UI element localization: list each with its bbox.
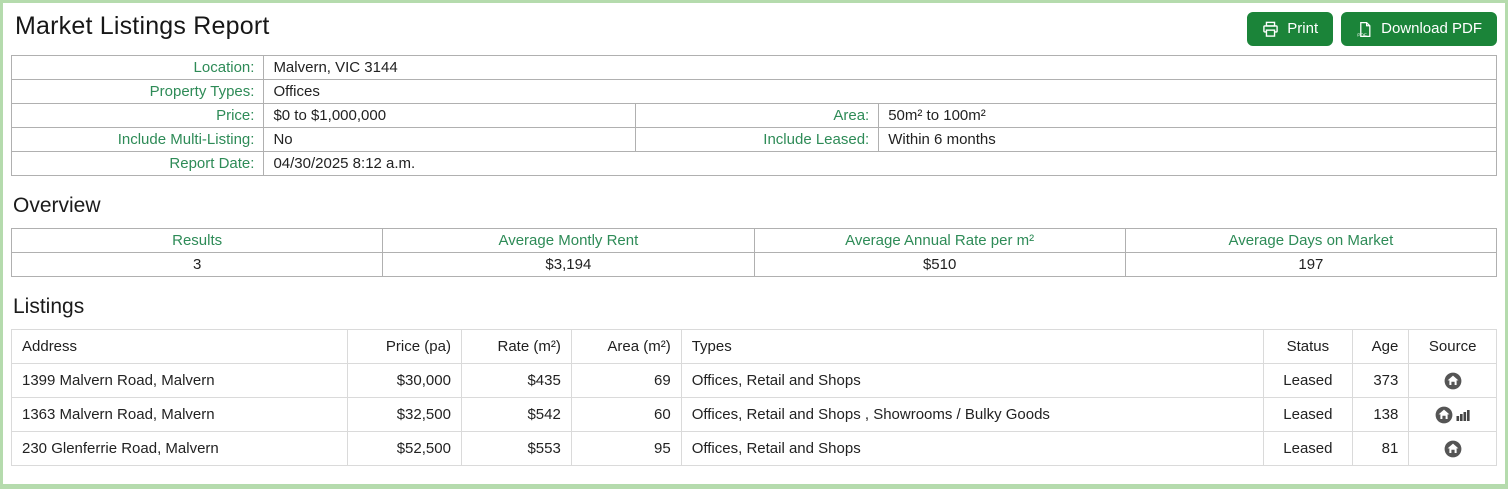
listing-status: Leased [1263, 398, 1352, 432]
listing-area: 95 [571, 432, 681, 466]
detail-value-area: 50m² to 100m² [879, 104, 1497, 128]
printer-icon [1262, 21, 1279, 38]
listing-types: Offices, Retail and Shops [681, 432, 1263, 466]
overview-col-avg-days-on-market: Average Days on Market [1125, 229, 1496, 253]
listings-col-types: Types [681, 330, 1263, 364]
overview-value-avg-annual-rate: $510 [754, 253, 1125, 277]
detail-label-area: Area: [635, 104, 879, 128]
bar-chart-source-icon[interactable] [1456, 408, 1471, 422]
detail-value-report-date: 04/30/2025 8:12 a.m. [264, 152, 1497, 176]
listings-table: Address Price (pa) Rate (m²) Area (m²) T… [11, 329, 1497, 466]
detail-row-property-types: Property Types: Offices [12, 80, 1497, 104]
home-source-icon[interactable] [1435, 406, 1453, 424]
listing-area: 69 [571, 364, 681, 398]
detail-row-location: Location: Malvern, VIC 3144 [12, 56, 1497, 80]
pdf-file-icon: PDF [1356, 21, 1373, 38]
detail-value-location: Malvern, VIC 3144 [264, 56, 1497, 80]
listing-types: Offices, Retail and Shops [681, 364, 1263, 398]
detail-label-report-date: Report Date: [12, 152, 264, 176]
listing-source-icons [1419, 372, 1486, 390]
overview-col-avg-annual-rate: Average Annual Rate per m² [754, 229, 1125, 253]
listing-address: 230 Glenferrie Road, Malvern [12, 432, 348, 466]
overview-value-avg-monthly-rent: $3,194 [383, 253, 754, 277]
download-pdf-button-label: Download PDF [1381, 20, 1482, 38]
listing-price: $30,000 [347, 364, 461, 398]
overview-values-row: 3 $3,194 $510 197 [12, 253, 1497, 277]
listing-age: 373 [1352, 364, 1408, 398]
listing-address: 1399 Malvern Road, Malvern [12, 364, 348, 398]
market-listings-report-page: Market Listings Report Print [3, 3, 1505, 466]
listings-header-row: Address Price (pa) Rate (m²) Area (m²) T… [12, 330, 1497, 364]
listing-age: 81 [1352, 432, 1408, 466]
listing-address: 1363 Malvern Road, Malvern [12, 398, 348, 432]
listings-col-price: Price (pa) [347, 330, 461, 364]
listing-row: 230 Glenferrie Road, Malvern $52,500 $55… [12, 432, 1497, 466]
overview-value-avg-days-on-market: 197 [1125, 253, 1496, 277]
listing-source-icons [1419, 406, 1486, 424]
listings-col-area: Area (m²) [571, 330, 681, 364]
print-button-label: Print [1287, 20, 1318, 38]
svg-text:PDF: PDF [1357, 32, 1367, 38]
listing-row: 1399 Malvern Road, Malvern $30,000 $435 … [12, 364, 1497, 398]
detail-label-price: Price: [12, 104, 264, 128]
download-pdf-button[interactable]: PDF Download PDF [1341, 12, 1497, 46]
detail-label-multi-listing: Include Multi-Listing: [12, 128, 264, 152]
detail-row-multilisting-leased: Include Multi-Listing: No Include Leased… [12, 128, 1497, 152]
listing-status: Leased [1263, 364, 1352, 398]
detail-row-report-date: Report Date: 04/30/2025 8:12 a.m. [12, 152, 1497, 176]
detail-row-price-area: Price: $0 to $1,000,000 Area: 50m² to 10… [12, 104, 1497, 128]
listing-status: Leased [1263, 432, 1352, 466]
detail-value-include-leased: Within 6 months [879, 128, 1497, 152]
listings-heading: Listings [13, 295, 1497, 319]
listings-col-source: Source [1409, 330, 1497, 364]
header-actions: Print PDF Download PDF [1247, 12, 1497, 46]
overview-col-avg-monthly-rent: Average Montly Rent [383, 229, 754, 253]
print-button[interactable]: Print [1247, 12, 1333, 46]
detail-value-multi-listing: No [264, 128, 635, 152]
overview-value-results: 3 [12, 253, 383, 277]
listing-price: $32,500 [347, 398, 461, 432]
home-source-icon[interactable] [1444, 372, 1462, 390]
listing-row: 1363 Malvern Road, Malvern $32,500 $542 … [12, 398, 1497, 432]
listing-types: Offices, Retail and Shops , Showrooms / … [681, 398, 1263, 432]
detail-label-include-leased: Include Leased: [635, 128, 879, 152]
listings-col-age: Age [1352, 330, 1408, 364]
overview-heading: Overview [13, 194, 1497, 218]
listings-col-rate: Rate (m²) [461, 330, 571, 364]
listing-area: 60 [571, 398, 681, 432]
listings-col-address: Address [12, 330, 348, 364]
overview-header-row: Results Average Montly Rent Average Annu… [12, 229, 1497, 253]
listing-rate: $553 [461, 432, 571, 466]
listing-rate: $542 [461, 398, 571, 432]
detail-value-property-types: Offices [264, 80, 1497, 104]
home-source-icon[interactable] [1444, 440, 1462, 458]
detail-value-price: $0 to $1,000,000 [264, 104, 635, 128]
page-title: Market Listings Report [15, 12, 270, 41]
detail-label-location: Location: [12, 56, 264, 80]
listing-rate: $435 [461, 364, 571, 398]
listing-age: 138 [1352, 398, 1408, 432]
listing-price: $52,500 [347, 432, 461, 466]
report-header: Market Listings Report Print [11, 8, 1497, 46]
overview-col-results: Results [12, 229, 383, 253]
overview-table: Results Average Montly Rent Average Annu… [11, 228, 1497, 277]
report-details-table: Location: Malvern, VIC 3144 Property Typ… [11, 55, 1497, 176]
detail-label-property-types: Property Types: [12, 80, 264, 104]
listing-source-icons [1419, 440, 1486, 458]
listings-col-status: Status [1263, 330, 1352, 364]
